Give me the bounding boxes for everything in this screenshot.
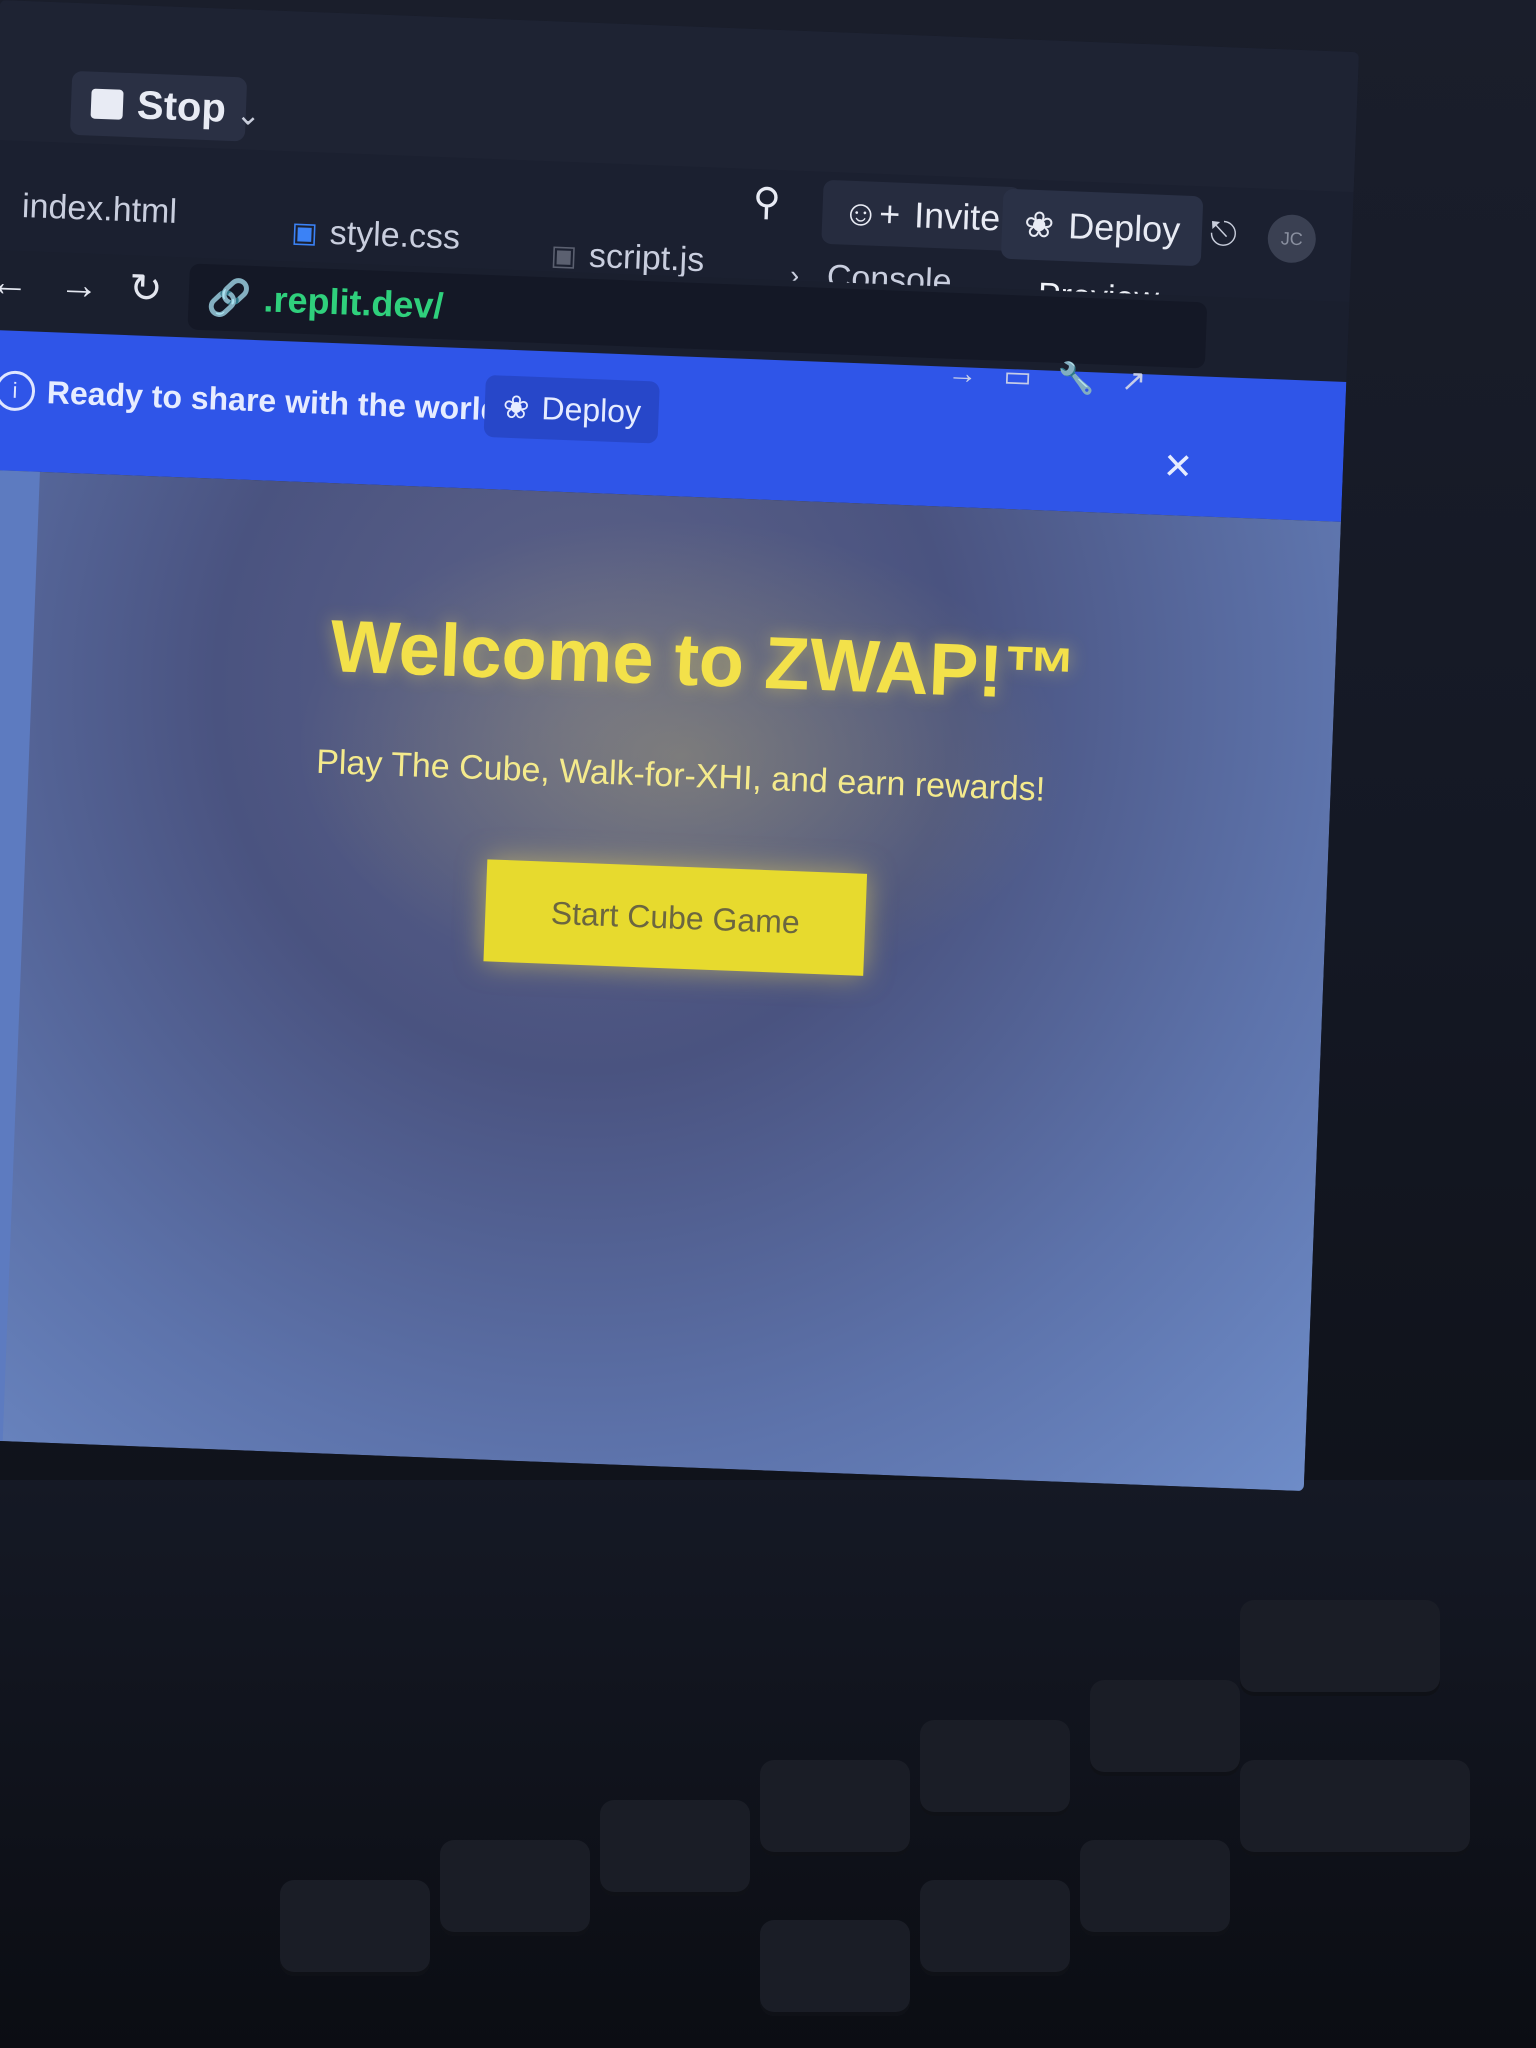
css-file-icon: ▣: [290, 215, 319, 248]
keyboard-key: [1240, 1760, 1470, 1856]
deploy-icon: ❀: [502, 388, 531, 426]
info-icon: i: [0, 370, 36, 412]
stop-button-label: Stop: [136, 82, 227, 131]
close-icon[interactable]: ✕: [1162, 445, 1194, 488]
keyboard-key: [440, 1840, 590, 1936]
keyboard-key: [1090, 1680, 1240, 1776]
back-arrow-icon[interactable]: ←: [0, 260, 30, 307]
js-file-icon: ▣: [550, 238, 578, 271]
banner-text: Ready to share with the world?: [46, 374, 521, 429]
forward-arrow-icon[interactable]: →: [58, 262, 100, 309]
banner-deploy-label: Deploy: [540, 389, 642, 430]
laptop-screen: Stop ⌄ ⚲ ☺+ Invite ❀ Deploy ⎋ JC index.h…: [0, 0, 1359, 1492]
arrow-right-icon[interactable]: →: [947, 357, 978, 393]
keyboard-key: [920, 1880, 1070, 1976]
url-input[interactable]: [260, 277, 1066, 353]
stop-button[interactable]: Stop: [69, 70, 248, 142]
link-icon: 🔗: [205, 276, 253, 319]
wrench-icon[interactable]: 🔧: [1057, 361, 1096, 397]
start-cube-game-button[interactable]: Start Cube Game: [483, 859, 868, 976]
chevron-down-icon[interactable]: ⌄: [235, 97, 261, 133]
external-link-icon[interactable]: ↗: [1120, 363, 1146, 399]
tab-index-html[interactable]: index.html: [21, 171, 179, 247]
tab-label: style.css: [329, 213, 461, 257]
refresh-icon[interactable]: ↻: [128, 265, 163, 312]
keyboard-key: [280, 1880, 430, 1976]
keyboard-key: [1240, 1600, 1440, 1696]
tab-label: index.html: [21, 186, 178, 231]
stop-icon: [90, 88, 124, 120]
laptop-keyboard: [0, 1480, 1536, 2048]
preview-tools: → ▭ 🔧 ↗: [947, 357, 1147, 400]
preview-page: Welcome to ZWAP!™ Play The Cube, Walk-fo…: [0, 469, 1341, 1492]
keyboard-key: [1080, 1840, 1230, 1936]
keyboard-key: [920, 1720, 1070, 1816]
monitor-icon[interactable]: ▭: [1003, 359, 1033, 395]
banner-deploy-button[interactable]: ❀ Deploy: [483, 374, 661, 444]
keyboard-key: [600, 1800, 750, 1896]
keyboard-key: [760, 1920, 910, 2016]
keyboard-key: [760, 1760, 910, 1856]
